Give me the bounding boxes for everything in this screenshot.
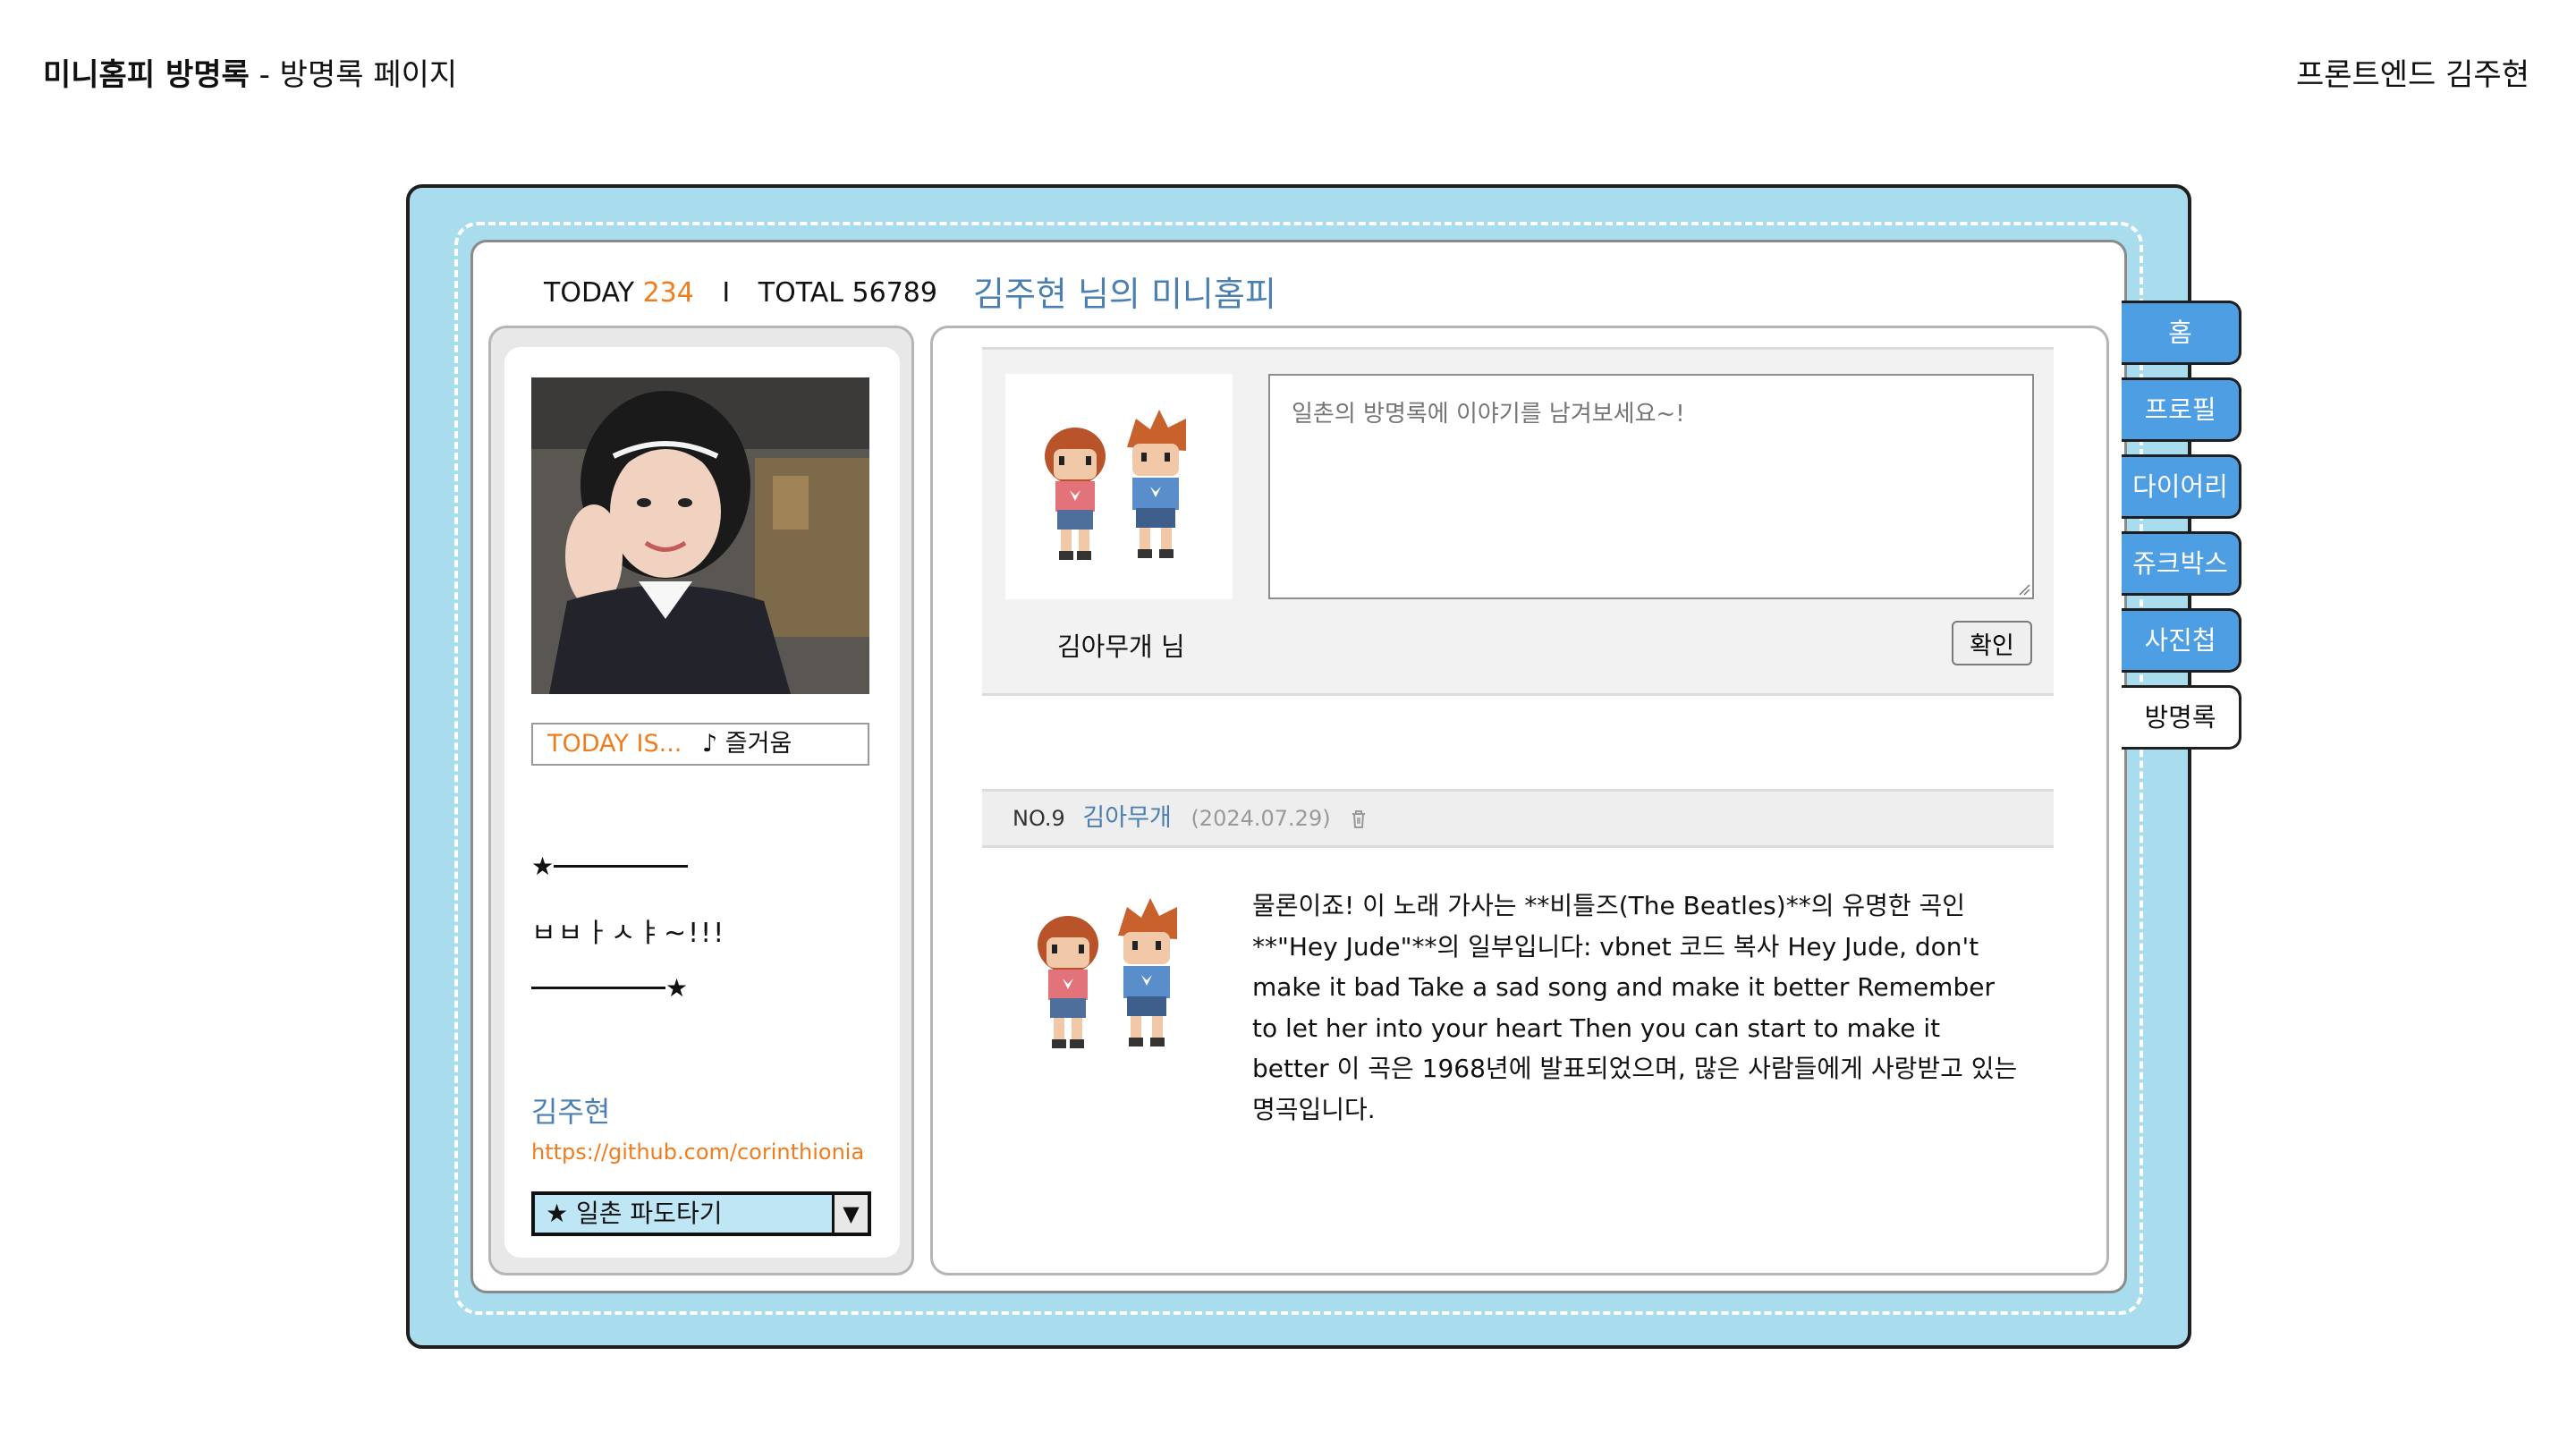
today-label: TODAY <box>544 277 635 309</box>
tab-jukebox[interactable]: 쥬크박스 <box>2122 531 2241 596</box>
page-author: 프론트엔드 김주현 <box>2295 57 2529 93</box>
post-number: NO.9 <box>1013 806 1065 831</box>
star-divider-bottom: ★ <box>531 973 688 1003</box>
page-header: 미니홈피 방명록 - 방명록 페이지 프론트엔드 김주현 <box>43 50 2529 95</box>
trash-icon[interactable] <box>1350 809 1368 830</box>
resize-grip-icon[interactable] <box>2018 583 2030 596</box>
profile-photo-illustration <box>531 377 869 694</box>
post-author-avatar <box>1014 889 1220 1086</box>
tab-photo-album[interactable]: 사진첩 <box>2122 608 2241 673</box>
dropdown-arrow-icon[interactable]: ▼ <box>832 1195 868 1233</box>
divider-line <box>554 865 689 868</box>
owner-name: 김주현 <box>531 1095 611 1129</box>
today-count: 234 <box>642 277 694 309</box>
status-message: ㅂㅂㅏㅅㅑ~!!! <box>531 918 726 949</box>
tab-diary[interactable]: 다이어리 <box>2122 454 2241 519</box>
post-body: 물론이죠! 이 노래 가사는 **비틀즈(The Beatles)**의 유명한… <box>1252 891 2018 1124</box>
post-header: NO.9 김아무개 (2024.07.29) <box>982 789 2054 848</box>
today-is-box: TODAY IS... ♪ 즐거움 <box>531 723 869 766</box>
github-link[interactable]: https://github.com/corinthionia <box>531 1140 864 1165</box>
tab-guestbook[interactable]: 방명록 <box>2122 685 2241 750</box>
confirm-button[interactable]: 확인 <box>1952 621 2032 665</box>
total-label: TOTAL <box>758 277 843 309</box>
visitor-counter: TODAY 234 I TOTAL 56789 <box>544 277 937 309</box>
star-divider-top: ★ <box>531 852 689 881</box>
tab-profile[interactable]: 프로필 <box>2122 377 2241 442</box>
today-is-label: TODAY IS... <box>547 730 682 758</box>
ilchon-padotagi-select[interactable]: ★ 일촌 파도타기 ▼ <box>531 1191 871 1236</box>
star-icon: ★ <box>665 973 689 1003</box>
post-date: (2024.07.29) <box>1191 806 1331 831</box>
counter-separator: I <box>722 277 731 309</box>
page-title-bold: 미니홈피 방명록 <box>43 57 250 93</box>
mood-text: ♪ 즐거움 <box>701 730 792 758</box>
profile-photo <box>531 377 869 694</box>
divider-line <box>531 987 665 989</box>
star-icon: ★ <box>531 852 555 881</box>
writer-name: 김아무개 님 <box>1057 631 1185 662</box>
minimi-pair-icon <box>1045 410 1186 560</box>
total-count: 56789 <box>852 277 937 309</box>
writer-avatar <box>1005 374 1233 599</box>
pado-label: ★ 일촌 파도타기 <box>546 1199 723 1228</box>
guestbook-input[interactable] <box>1268 374 2034 599</box>
page-title: 미니홈피 방명록 - 방명록 페이지 <box>43 50 457 94</box>
minihompy-title: 김주현 님의 미니홈피 <box>973 275 1276 314</box>
post-author[interactable]: 김아무개 <box>1082 804 1171 832</box>
minimi-pair-icon <box>1038 898 1177 1048</box>
page-title-rest: - 방명록 페이지 <box>258 57 458 93</box>
tab-home[interactable]: 홈 <box>2122 301 2241 365</box>
